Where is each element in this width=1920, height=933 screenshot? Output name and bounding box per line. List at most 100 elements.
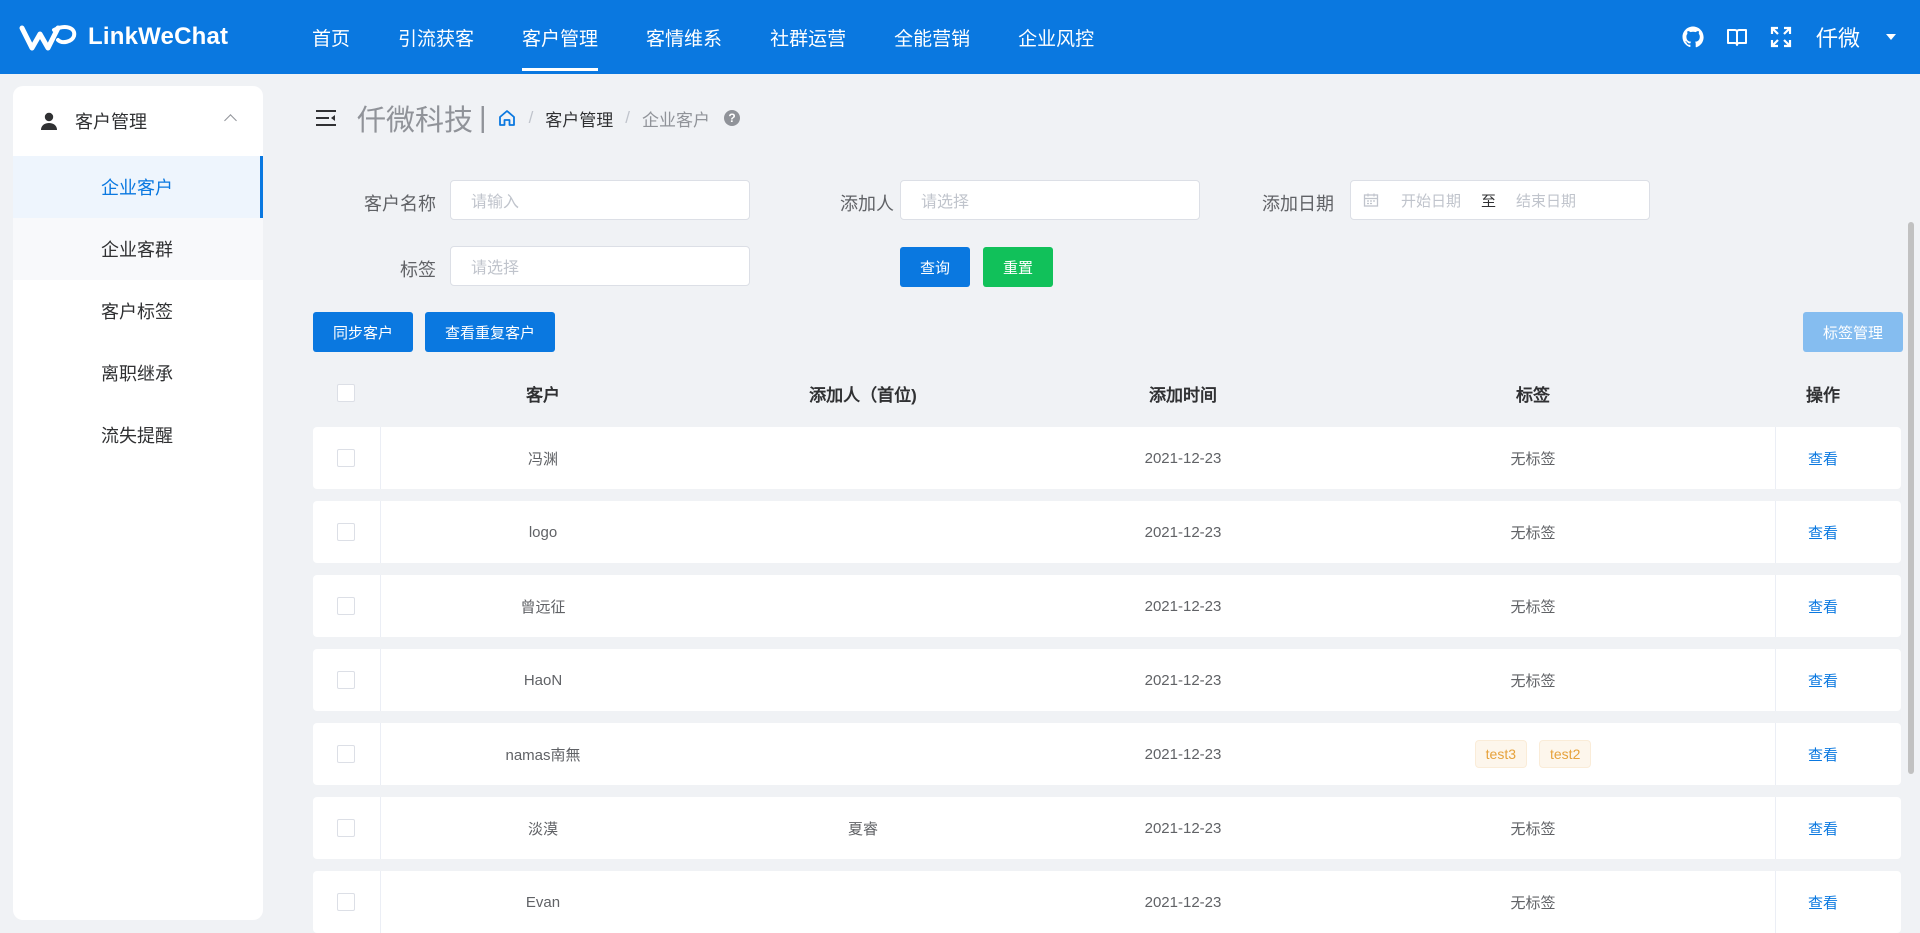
date-separator: 至 — [1481, 192, 1497, 210]
view-button[interactable]: 查看 — [1783, 649, 1863, 711]
cell-add-time: 2021-12-23 — [1144, 819, 1222, 837]
fullscreen-icon[interactable] — [1768, 24, 1794, 50]
top-navbar: LinkWeChat 首页 引流获客 客户管理 客情维系 社群运营 全能营销 企… — [0, 0, 1920, 74]
sidebar-item-churn-reminder[interactable]: 流失提醒 — [13, 404, 263, 466]
row-checkbox[interactable] — [337, 819, 355, 837]
cell-add-time: 2021-12-23 — [1144, 597, 1222, 615]
topnav-home[interactable]: 首页 — [288, 0, 374, 74]
tag-select[interactable]: 请选择 — [450, 246, 750, 286]
customer-name-placeholder: 请输入 — [471, 194, 520, 211]
row-checkbox[interactable] — [337, 523, 355, 541]
book-icon[interactable] — [1724, 24, 1750, 50]
home-icon[interactable] — [497, 108, 517, 128]
menu-toggle-icon[interactable] — [315, 108, 337, 128]
cell-customer: 曾远征 — [520, 598, 566, 616]
cell-customer: namas南無 — [505, 746, 581, 764]
topnav-acquisition[interactable]: 引流获客 — [374, 0, 498, 74]
sidebar-item-customer-groups[interactable]: 企业客群 — [13, 218, 263, 280]
top-nav: 首页 引流获客 客户管理 客情维系 社群运营 全能营销 企业风控 — [288, 0, 1118, 74]
header-adder: 添加人（首位) — [809, 385, 917, 405]
cell-tags: 无标签 — [1510, 820, 1556, 838]
topnav-community[interactable]: 社群运营 — [746, 0, 870, 74]
cell-add-time: 2021-12-23 — [1144, 449, 1222, 467]
row-checkbox[interactable] — [337, 745, 355, 763]
cell-tags: test3 test2 — [1433, 723, 1633, 785]
topnav-marketing[interactable]: 全能营销 — [870, 0, 994, 74]
breadcrumb-separator: / — [625, 108, 631, 127]
sidebar-group-customer-management[interactable]: 客户管理 — [13, 86, 263, 156]
row-checkbox[interactable] — [337, 597, 355, 615]
cell-adder — [763, 501, 963, 563]
end-date-placeholder[interactable]: 结束日期 — [1516, 190, 1576, 211]
github-icon[interactable] — [1680, 24, 1706, 50]
top-right-tools: 仟微 — [1680, 0, 1896, 74]
table-row: 曾远征 2021-12-23 无标签 查看 — [313, 575, 1901, 637]
cell-adder — [763, 723, 963, 785]
table-row: 冯渊 2021-12-23 无标签 查看 — [313, 427, 1901, 489]
topnav-customer-management[interactable]: 客户管理 — [498, 0, 622, 74]
adder-label: 添加人 — [840, 194, 894, 214]
breadcrumb-customer-management[interactable]: 客户管理 — [545, 106, 613, 131]
breadcrumb-separator: / — [528, 108, 534, 127]
cell-tags: 无标签 — [1510, 450, 1556, 468]
header-tags: 标签 — [1516, 385, 1550, 405]
cell-add-time: 2021-12-23 — [1144, 745, 1222, 763]
chevron-up-icon[interactable] — [224, 114, 237, 127]
user-dropdown-icon[interactable] — [1886, 34, 1896, 40]
adder-select[interactable]: 请选择 — [900, 180, 1200, 220]
cell-customer: HaoN — [523, 671, 563, 689]
header-customer: 客户 — [526, 385, 560, 405]
reset-button[interactable]: 重置 — [983, 247, 1053, 287]
sidebar-item-enterprise-customers[interactable]: 企业客户 — [13, 156, 263, 218]
row-checkbox[interactable] — [337, 671, 355, 689]
sidebar-item-customer-tags[interactable]: 客户标签 — [13, 280, 263, 342]
table-row: HaoN 2021-12-23 无标签 查看 — [313, 649, 1901, 711]
vertical-scrollbar[interactable] — [1908, 222, 1914, 774]
breadcrumb-enterprise-customers: 企业客户 — [642, 110, 711, 130]
help-icon[interactable]: ? — [724, 110, 741, 126]
tag-placeholder: 请选择 — [471, 260, 520, 277]
sync-customers-button[interactable]: 同步客户 — [313, 312, 413, 352]
header-add-time: 添加时间 — [1149, 385, 1217, 405]
cell-customer: logo — [528, 523, 558, 541]
breadcrumb: 仟微科技 | / 客户管理 / 企业客户 ? — [315, 100, 741, 137]
view-button[interactable]: 查看 — [1783, 723, 1863, 785]
main-content: 仟微科技 | / 客户管理 / 企业客户 ? 客户名称 请输入 添加人 请选择 … — [263, 74, 1920, 933]
cell-customer: 淡漠 — [527, 820, 558, 838]
company-name: 仟微科技 — [357, 105, 474, 137]
view-button[interactable]: 查看 — [1783, 575, 1863, 637]
user-icon — [41, 112, 57, 130]
tag-label: 标签 — [400, 260, 436, 280]
customer-name-input[interactable]: 请输入 — [450, 180, 750, 220]
view-button[interactable]: 查看 — [1783, 427, 1863, 489]
app-logo[interactable]: LinkWeChat — [18, 22, 258, 52]
table-row: Evan 2021-12-23 无标签 查看 — [313, 871, 1901, 933]
cell-add-time: 2021-12-23 — [1144, 893, 1222, 911]
row-checkbox[interactable] — [337, 893, 355, 911]
cell-tags: 无标签 — [1510, 894, 1556, 912]
cell-add-time: 2021-12-23 — [1144, 671, 1222, 689]
cell-tags: 无标签 — [1510, 598, 1556, 616]
table-row: 淡漠 夏睿 2021-12-23 无标签 查看 — [313, 797, 1901, 859]
view-button[interactable]: 查看 — [1783, 871, 1863, 933]
topnav-risk-control[interactable]: 企业风控 — [994, 0, 1118, 74]
view-button[interactable]: 查看 — [1783, 501, 1863, 563]
date-range-picker[interactable]: 开始日期 至 结束日期 — [1350, 180, 1650, 220]
cell-adder: 夏睿 — [847, 820, 878, 838]
row-checkbox[interactable] — [337, 449, 355, 467]
cell-tags: 无标签 — [1510, 524, 1556, 542]
sidebar: 客户管理 企业客户 企业客群 客户标签 离职继承 流失提醒 — [13, 86, 263, 920]
cell-add-time: 2021-12-23 — [1144, 523, 1222, 541]
topnav-relationship[interactable]: 客情维系 — [622, 0, 746, 74]
select-all-checkbox[interactable] — [337, 384, 355, 402]
view-button[interactable]: 查看 — [1783, 797, 1863, 859]
sidebar-item-resignation-inheritance[interactable]: 离职继承 — [13, 342, 263, 404]
cell-adder — [763, 575, 963, 637]
table-row: logo 2021-12-23 无标签 查看 — [313, 501, 1901, 563]
view-duplicates-button[interactable]: 查看重复客户 — [425, 312, 555, 352]
customer-name-label: 客户名称 — [364, 194, 436, 214]
tag-management-button[interactable]: 标签管理 — [1803, 312, 1903, 352]
start-date-placeholder[interactable]: 开始日期 — [1401, 190, 1461, 211]
user-menu[interactable]: 仟微 — [1816, 21, 1860, 53]
search-button[interactable]: 查询 — [900, 247, 970, 287]
